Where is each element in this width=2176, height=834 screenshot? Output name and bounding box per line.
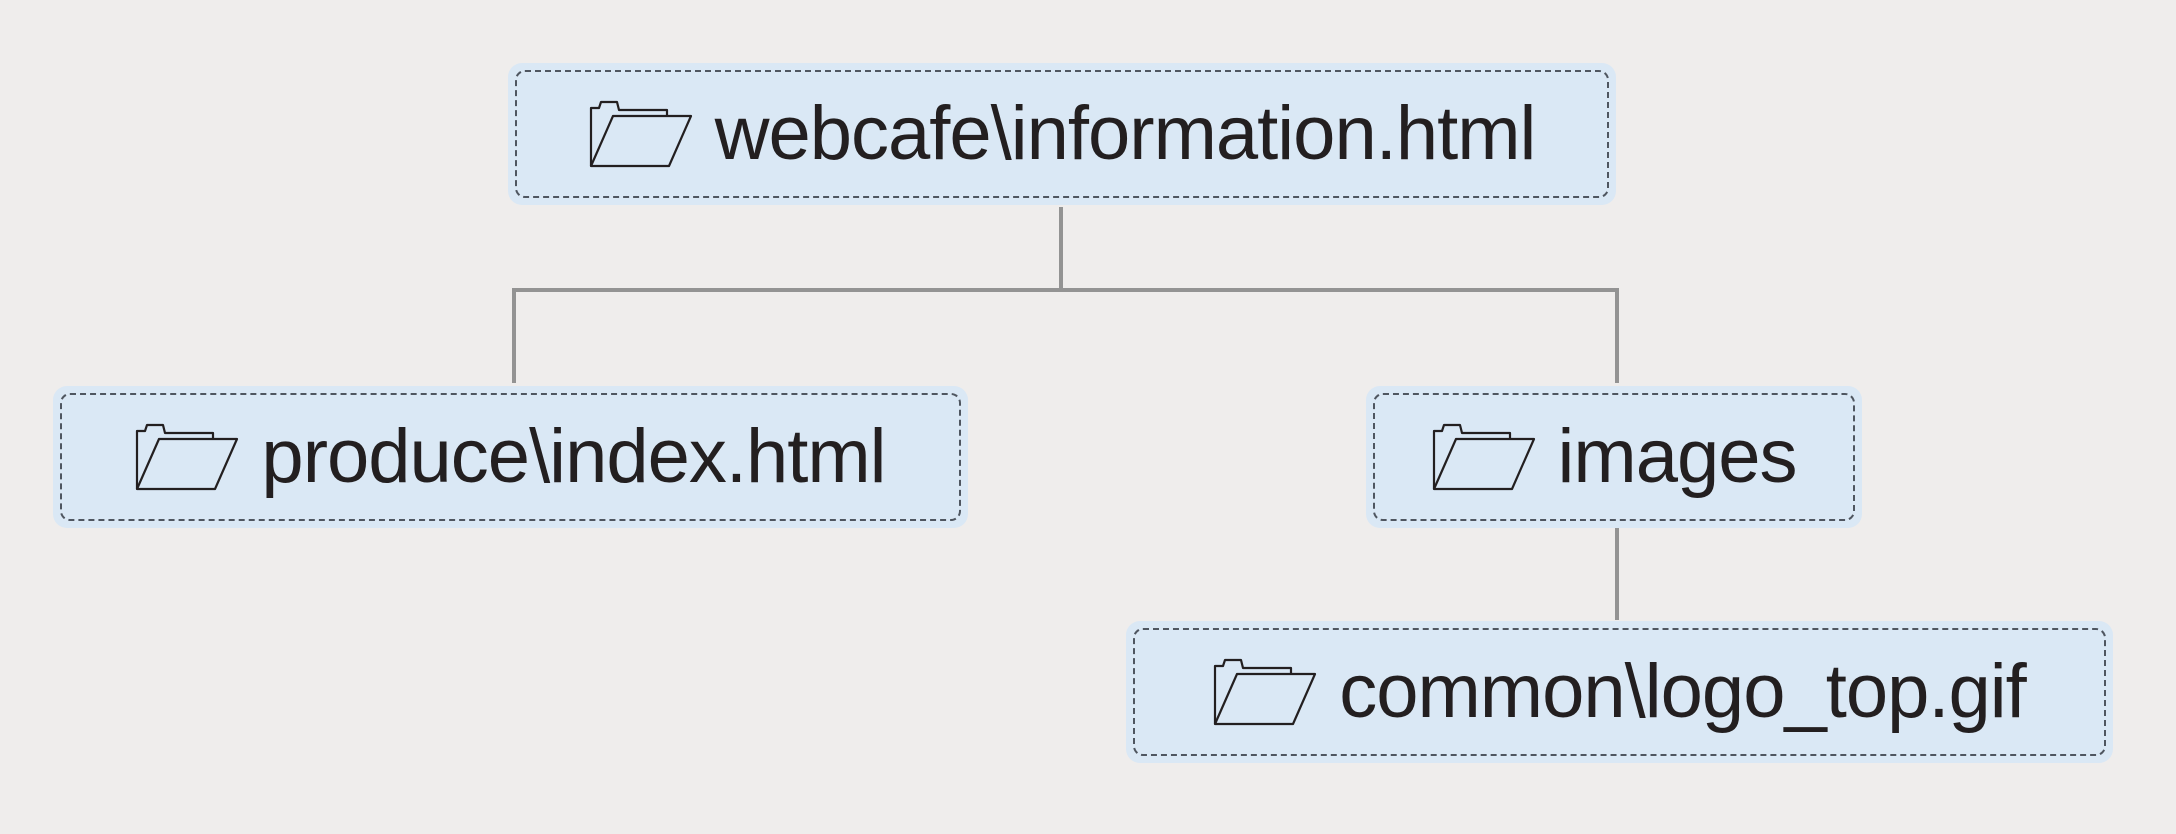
folder-icon bbox=[1432, 423, 1536, 491]
node-label-root: webcafe\information.html bbox=[714, 91, 1537, 176]
tree-node-produce[interactable]: produce\index.html bbox=[53, 386, 968, 528]
connector-branch bbox=[512, 288, 1619, 383]
node-label-logo: common\logo_top.gif bbox=[1339, 649, 2027, 734]
tree-node-root[interactable]: webcafe\information.html bbox=[508, 63, 1616, 205]
node-label-produce: produce\index.html bbox=[261, 414, 886, 499]
folder-icon bbox=[135, 423, 239, 491]
tree-node-images[interactable]: images bbox=[1366, 386, 1862, 528]
folder-icon bbox=[589, 100, 693, 168]
node-label-images: images bbox=[1557, 414, 1798, 499]
folder-icon bbox=[1213, 658, 1317, 726]
tree-node-logo[interactable]: common\logo_top.gif bbox=[1126, 621, 2113, 763]
